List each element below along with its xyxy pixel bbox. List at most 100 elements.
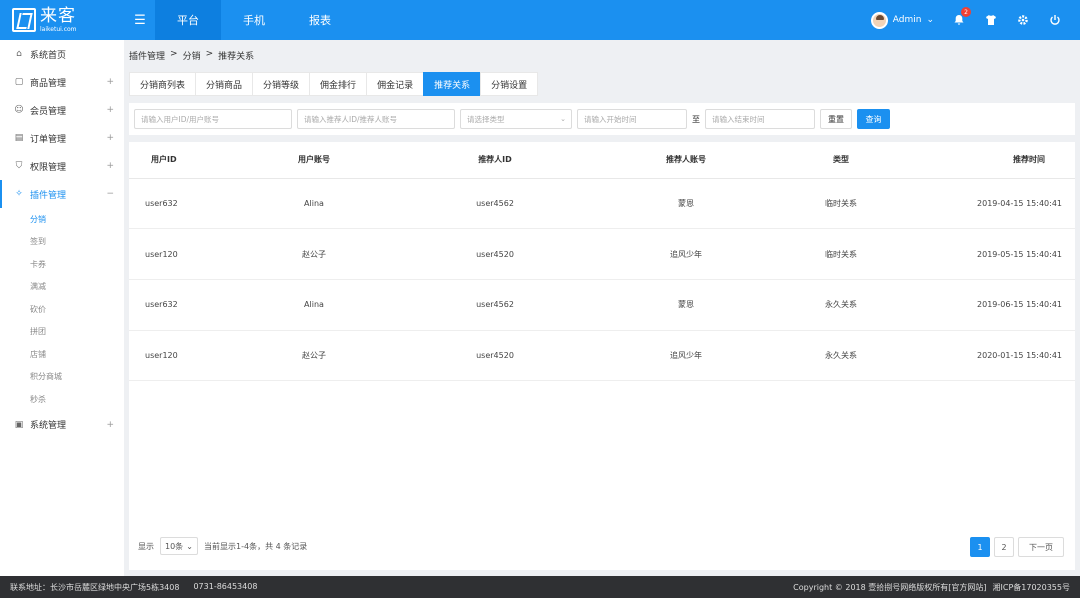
expand-icon: + (106, 77, 114, 87)
chevron-down-icon: ⌄ (926, 15, 934, 25)
gear-icon[interactable] (1016, 13, 1030, 27)
logo[interactable]: 来客 laiketui.com (0, 0, 125, 40)
menu-toggle-icon[interactable]: ☰ (125, 0, 155, 40)
breadcrumb-item[interactable]: 分销 (183, 49, 201, 62)
top-bar: 来客 laiketui.com ☰ 平台 手机 报表 Admin ⌄ 2 (0, 0, 1080, 40)
tab-distribution-levels[interactable]: 分销等级 (252, 72, 310, 96)
filter-bar: 请输入用户ID/用户账号 请输入推荐人ID/推荐人账号 请选择类型 ⌄ 请输入开… (129, 103, 1075, 135)
user-name: Admin (892, 15, 922, 25)
cell-type: 临时关系 (761, 228, 921, 280)
sidebar-sub-distribution[interactable]: 分销 (0, 208, 124, 231)
user-icon: ☺ (14, 105, 24, 115)
shield-icon: ⛉ (15, 161, 23, 171)
breadcrumb-item[interactable]: 插件管理 (129, 49, 165, 62)
sidebar-sub-bargain[interactable]: 砍价 (0, 298, 124, 321)
cell-referral-time: 2020-01-15 15:40:41 (921, 330, 1075, 382)
cell-user-id: user632 (129, 279, 249, 331)
sidebar-item-system[interactable]: ▣ 系统管理 + (0, 411, 124, 439)
top-nav-platform[interactable]: 平台 (155, 0, 221, 40)
avatar (870, 11, 888, 29)
tab-referral-relations[interactable]: 推荐关系 (423, 72, 481, 96)
table-header-row: 用户ID 用户账号 推荐人ID 推荐人账号 类型 推荐时间 (129, 142, 1075, 179)
sidebar-item-orders[interactable]: ▤ 订单管理 + (0, 124, 124, 152)
sidebar-item-products[interactable]: ▢ 商品管理 + (0, 68, 124, 96)
sidebar-item-label: 插件管理 (30, 190, 67, 201)
column-header: 推荐人账号 (611, 142, 761, 179)
record-summary: 当前显示1-4条，共 4 条记录 (204, 541, 308, 551)
sidebar-item-members[interactable]: ☺ 会员管理 + (0, 96, 124, 124)
cell-referrer-account: 追风少年 (611, 228, 761, 280)
cell-referrer-account: 追风少年 (611, 330, 761, 382)
expand-icon: + (106, 419, 114, 430)
sidebar-sub-store[interactable]: 店铺 (0, 343, 124, 366)
notification-badge: 2 (961, 7, 971, 17)
cell-type: 临时关系 (761, 178, 921, 230)
footer-icp[interactable]: 湘ICP备17020355号 (993, 582, 1071, 593)
chevron-down-icon: ⌄ (186, 541, 193, 551)
bell-icon[interactable]: 2 (952, 7, 971, 27)
table-row: user632 Alina user4562 蒙恩 永久关系 2019-06-1… (129, 279, 1075, 331)
cell-user-account: Alina (249, 178, 379, 230)
column-header: 用户ID (129, 142, 249, 179)
sidebar-item-label: 商品管理 (30, 78, 67, 89)
cell-referrer-id: user4520 (379, 330, 611, 382)
cell-referrer-id: user4562 (379, 178, 611, 230)
top-nav-report[interactable]: 报表 (287, 0, 353, 40)
pagination: 1 2 下一页 (970, 537, 1064, 557)
table-row: user632 Alina user4562 蒙恩 临时关系 2019-04-1… (129, 178, 1075, 230)
shirt-icon[interactable] (984, 13, 998, 27)
end-time-input[interactable]: 请输入结束时间 (705, 109, 815, 129)
logo-mark-icon (12, 8, 36, 32)
sidebar-sub-coupon[interactable]: 卡券 (0, 253, 124, 276)
footer-copyright[interactable]: Copyright © 2018 壹拾捌号网络版权所有[官方网站] (793, 582, 986, 593)
sidebar-sub-flash-sale[interactable]: 秒杀 (0, 388, 124, 411)
next-page-button[interactable]: 下一页 (1018, 537, 1064, 557)
page-size-value: 10条 (165, 541, 184, 551)
cell-referral-time: 2019-06-15 15:40:41 (921, 279, 1075, 331)
sidebar-item-permissions[interactable]: ⛉ 权限管理 + (0, 152, 124, 180)
cell-user-account: Alina (249, 279, 379, 331)
sidebar-sub-points-mall[interactable]: 积分商城 (0, 366, 124, 389)
user-search-input[interactable]: 请输入用户ID/用户账号 (134, 109, 292, 129)
power-icon[interactable] (1048, 13, 1062, 27)
breadcrumb-current: 推荐关系 (218, 52, 255, 62)
start-time-input[interactable]: 请输入开始时间 (577, 109, 687, 129)
cell-user-id: user120 (129, 228, 249, 280)
query-button[interactable]: 查询 (857, 109, 890, 129)
sidebar-item-label: 系统管理 (30, 421, 67, 431)
sidebar-sub-group-buy[interactable]: 拼团 (0, 321, 124, 344)
cell-referral-time: 2019-05-15 15:40:41 (921, 228, 1075, 280)
sidebar-sub-checkin[interactable]: 签到 (0, 231, 124, 254)
type-select[interactable]: 请选择类型 ⌄ (460, 109, 572, 129)
tab-commission-records[interactable]: 佣金记录 (366, 72, 424, 96)
tab-distribution-settings[interactable]: 分销设置 (480, 72, 539, 96)
page-button-2[interactable]: 2 (994, 537, 1014, 557)
cell-user-account: 赵公子 (249, 228, 379, 280)
cell-type: 永久关系 (761, 330, 921, 382)
sidebar-item-plugins[interactable]: ✧ 插件管理 − (0, 180, 124, 208)
table-row: user120 赵公子 user4520 追风少年 永久关系 2020-01-1… (129, 330, 1075, 382)
user-menu[interactable]: Admin ⌄ (870, 11, 934, 29)
tab-bar: 分销商列表 分销商品 分销等级 佣金排行 佣金记录 推荐关系 分销设置 (129, 72, 539, 96)
sidebar-sub-discount[interactable]: 满减 (0, 276, 124, 299)
column-header: 推荐人ID (379, 142, 611, 179)
sidebar: ⌂ 系统首页 ▢ 商品管理 + ☺ 会员管理 + ▤ 订单管理 + ⛉ 权限管理… (0, 40, 124, 576)
footer: 联系地址：长沙市岳麓区绿地中央广场5栋3408 0731-86453408 Co… (0, 576, 1080, 598)
sidebar-item-label: 权限管理 (30, 162, 67, 173)
logo-domain: laiketui.com (40, 25, 77, 33)
page-size-select[interactable]: 10条 ⌄ (160, 537, 198, 555)
top-nav-mobile[interactable]: 手机 (221, 0, 287, 40)
tab-commission-ranking[interactable]: 佣金排行 (309, 72, 367, 96)
home-icon: ⌂ (16, 49, 22, 59)
referrer-search-input[interactable]: 请输入推荐人ID/推荐人账号 (297, 109, 455, 129)
page-button-1[interactable]: 1 (970, 537, 990, 557)
tab-distributor-list[interactable]: 分销商列表 (129, 72, 196, 96)
cell-referrer-account: 蒙恩 (611, 279, 761, 331)
sidebar-item-home[interactable]: ⌂ 系统首页 (0, 40, 124, 68)
tab-distribution-products[interactable]: 分销商品 (195, 72, 253, 96)
chevron-down-icon: ⌄ (560, 115, 566, 123)
cell-type: 永久关系 (761, 279, 921, 331)
cell-user-id: user632 (129, 178, 249, 230)
reset-button[interactable]: 重置 (820, 109, 852, 129)
expand-icon: + (106, 161, 114, 171)
